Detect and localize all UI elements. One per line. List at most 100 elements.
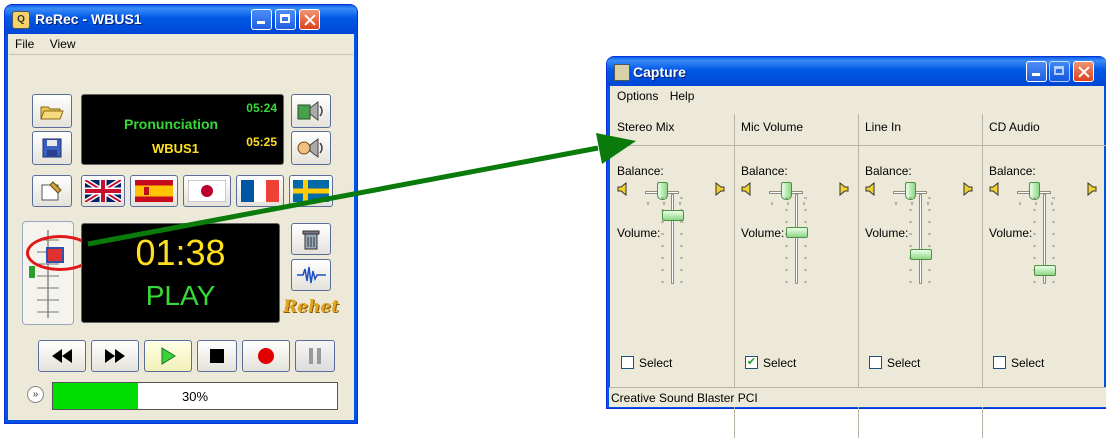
speaker-right-icon: [715, 182, 725, 196]
speaker-left-icon: [617, 182, 627, 196]
select-checkbox[interactable]: [993, 356, 1006, 369]
balance-label: Balance:: [989, 164, 1036, 178]
select-label: Select: [1011, 356, 1045, 370]
record-button[interactable]: [242, 340, 290, 372]
menu-view[interactable]: View: [44, 34, 82, 51]
volume-track: [671, 194, 674, 284]
speaker-left-icon: [865, 182, 875, 196]
status-bar: Creative Sound Blaster PCI: [609, 387, 1106, 407]
pause-button[interactable]: [295, 340, 335, 372]
stop-button[interactable]: [197, 340, 237, 372]
speaker-voice-button[interactable]: [291, 131, 331, 165]
expand-button[interactable]: »: [27, 386, 44, 403]
volume-slider[interactable]: [910, 249, 932, 261]
speaker-left-icon: [989, 182, 999, 196]
play-button[interactable]: [144, 340, 192, 372]
close-button[interactable]: [299, 9, 320, 30]
column-name: Stereo Mix: [617, 120, 675, 134]
volume-label: Volume:: [741, 226, 785, 240]
volume-label: Volume:: [865, 226, 909, 240]
select-label: Select: [639, 356, 673, 370]
capture-menubar: Options Help: [611, 86, 1103, 106]
capture-window: Capture Options Help Stereo Mix Balance:…: [606, 56, 1106, 438]
fast-forward-button[interactable]: [91, 340, 139, 372]
stop-icon: [210, 349, 224, 363]
capture-titlebar[interactable]: Capture: [607, 57, 1106, 86]
flag-uk-button[interactable]: [81, 175, 125, 207]
rerec-app-icon: Q: [12, 11, 30, 29]
volume-slider[interactable]: [786, 227, 808, 239]
speaker-right-icon: [963, 182, 973, 196]
column-name: CD Audio: [989, 120, 1040, 134]
rewind-icon: [52, 349, 72, 363]
main-status: PLAY: [145, 280, 216, 311]
open-file-button[interactable]: [32, 94, 72, 128]
speaker-right-icon: [1087, 182, 1097, 196]
select-label: Select: [763, 356, 797, 370]
waveform-button[interactable]: [291, 259, 331, 291]
select-checkbox[interactable]: [621, 356, 634, 369]
select-checkbox[interactable]: ✔: [745, 356, 758, 369]
display-speaker-name: WBUS1: [152, 141, 199, 156]
rerec-menubar: File View: [9, 34, 353, 55]
japan-flag-icon: [188, 180, 226, 202]
speaker-right-icon: [839, 182, 849, 196]
volume-label: Volume:: [989, 226, 1033, 240]
rewind-button[interactable]: [38, 340, 86, 372]
main-time: 01:38: [135, 232, 226, 273]
volume-slider[interactable]: [1034, 265, 1056, 277]
settings-button[interactable]: [32, 175, 72, 207]
capture-minimize-button[interactable]: [1026, 61, 1047, 82]
balance-label: Balance:: [865, 164, 912, 178]
column-divider: [859, 145, 982, 146]
record-icon: [258, 348, 274, 364]
fast-forward-icon: [105, 349, 125, 363]
display-time-1: 05:24: [246, 101, 277, 115]
volume-track: [795, 194, 798, 284]
spain-flag-icon: [135, 180, 173, 202]
volume-track: [919, 194, 922, 284]
save-file-button[interactable]: [32, 131, 72, 165]
delete-button[interactable]: [291, 223, 331, 255]
info-display: Pronunciation 05:24 WBUS1 05:25: [81, 94, 284, 165]
volume-slider[interactable]: [662, 209, 684, 221]
menu-options[interactable]: Options: [611, 86, 664, 103]
flag-spain-button[interactable]: [130, 175, 178, 207]
speaker-left-icon: [741, 182, 751, 196]
capture-maximize-button[interactable]: [1049, 61, 1070, 82]
menu-file[interactable]: File: [9, 34, 40, 51]
column-divider: [983, 145, 1106, 146]
floppy-disk-icon: [42, 138, 62, 158]
column-name: Line In: [865, 120, 902, 134]
select-checkbox[interactable]: [869, 356, 882, 369]
rerec-window: Q ReRec - WBUS1 File View Pronunciation …: [4, 4, 358, 424]
chevron-down-icon: »: [32, 389, 39, 400]
speaker-face-icon: [297, 138, 323, 158]
pause-icon: [309, 348, 321, 364]
capture-close-button[interactable]: [1073, 61, 1094, 82]
column-name: Mic Volume: [741, 120, 804, 134]
column-divider: [735, 145, 858, 146]
select-label: Select: [887, 356, 921, 370]
waveform-icon: [297, 266, 326, 284]
minimize-button[interactable]: [251, 9, 272, 30]
rerec-title: ReRec - WBUS1: [35, 11, 142, 27]
progress-label: 30%: [181, 389, 209, 404]
rerec-titlebar[interactable]: Q ReRec - WBUS1: [5, 5, 357, 34]
progress-bar: 30%: [52, 382, 338, 410]
play-icon: [161, 347, 176, 365]
main-display: 01:38 PLAY: [81, 223, 280, 323]
flag-sweden-button[interactable]: [289, 175, 333, 207]
flag-japan-button[interactable]: [183, 175, 231, 207]
menu-help[interactable]: Help: [668, 86, 701, 103]
capture-title: Capture: [633, 64, 686, 80]
display-track-name: Pronunciation: [124, 116, 219, 132]
open-folder-icon: [40, 106, 64, 120]
maximize-button[interactable]: [275, 9, 296, 30]
rehet-logo: Rehet: [283, 297, 339, 317]
properties-icon: [41, 181, 62, 201]
speaker-source-button[interactable]: [291, 94, 331, 128]
flag-france-button[interactable]: [236, 175, 284, 207]
display-time-2: 05:25: [246, 135, 277, 149]
france-flag-icon: [241, 180, 279, 202]
